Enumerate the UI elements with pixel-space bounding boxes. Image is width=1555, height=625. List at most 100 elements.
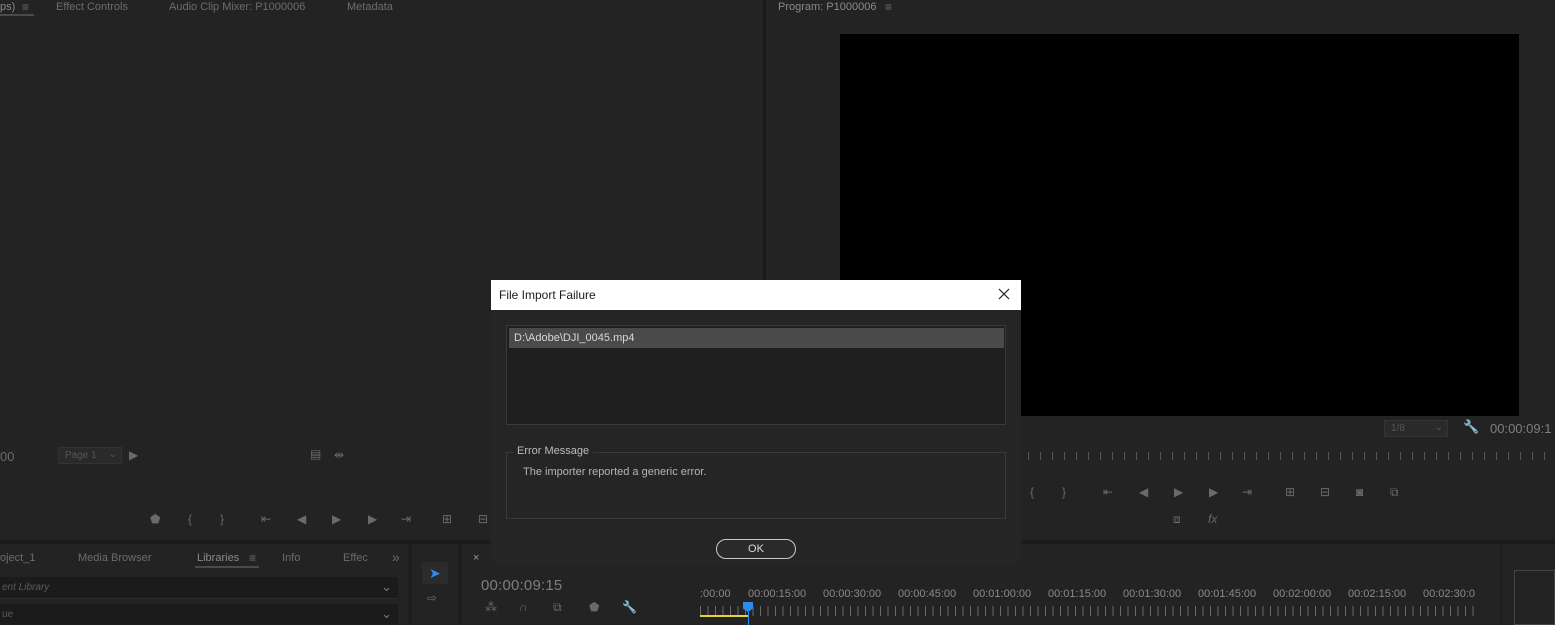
tab-libraries[interactable]: Libraries [197,552,239,564]
more-panels-icon[interactable]: » [392,549,400,565]
overwrite-icon[interactable]: ⊟ [478,513,488,525]
extract-icon[interactable]: ⊟ [1320,486,1330,498]
ruler-label: 00:02:15:00 [1348,588,1407,600]
play-icon[interactable]: ▶ [1174,486,1183,498]
tab-metadata[interactable]: Metadata [347,1,393,13]
linked-selection-icon[interactable]: ⧉ [553,601,562,613]
resolution-value: 1/8 [1391,423,1405,434]
ruler-label: 00:02:30:0 [1423,588,1475,600]
tab-audio-clip-mixer[interactable]: Audio Clip Mixer: P1000006 [169,1,305,13]
arrow-cursor-icon: ➤ [429,565,441,581]
list-item[interactable]: D:\Adobe\DJI_0045.mp4 [509,328,1004,348]
step-forward-icon[interactable]: ▶ [368,513,377,525]
ruler-label: 00:01:30:00 [1123,588,1182,600]
export-frame-icon[interactable]: ▤ [310,448,321,460]
tab-project[interactable]: oject_1 [0,552,35,564]
error-message-label: Error Message [513,445,594,457]
failed-files-list[interactable]: D:\Adobe\DJI_0045.mp4 [506,325,1006,425]
go-to-out-icon[interactable]: ⇥ [1242,486,1252,498]
insert-icon[interactable]: ⊞ [442,513,452,525]
playhead-line [748,612,749,625]
tools-panel: ➤ ⇨ [412,544,458,625]
track-select-icon[interactable]: ⇨ [427,592,437,604]
dialog-title: File Import Failure [499,288,596,302]
tab-media-browser[interactable]: Media Browser [78,552,151,564]
go-to-in-icon[interactable]: ⇤ [261,513,271,525]
panel-menu-icon[interactable]: ≡ [885,0,892,14]
timeline-ruler-ticks [700,606,1480,616]
play-icon[interactable]: ▶ [332,513,341,525]
page-select[interactable]: Page 1 ⌄ [58,447,122,464]
play-small-icon[interactable]: ▶ [129,449,138,461]
file-path: D:\Adobe\DJI_0045.mp4 [514,332,635,344]
dialog-titlebar[interactable]: File Import Failure [491,280,1021,310]
marker-icon[interactable]: ⬟ [150,513,160,525]
dialog-body: D:\Adobe\DJI_0045.mp4 Error Message The … [491,310,1021,565]
tab-effect-controls[interactable]: Effect Controls [56,1,128,13]
mark-in-icon[interactable]: { [188,513,192,525]
ruler-label: 00:01:15:00 [1048,588,1107,600]
libraries-panel: oject_1 Media Browser Libraries ≡ Info E… [0,544,408,625]
error-message-text: The importer reported a generic error. [523,466,707,478]
camera-icon[interactable]: ◙ [1356,486,1363,498]
step-back-icon[interactable]: ◀ [1139,486,1148,498]
add-marker-icon[interactable]: ⬟ [589,601,599,613]
compare-icon[interactable]: ⧉ [1390,486,1399,498]
step-forward-icon[interactable]: ▶ [1209,486,1218,498]
nest-icon[interactable]: ⁂ [485,601,497,613]
mark-out-icon[interactable]: } [1062,486,1066,498]
vr-icon[interactable]: ⧈ [1173,513,1181,525]
program-ruler-ticks[interactable] [1028,452,1548,460]
ruler-label: 00:00:15:00 [748,588,807,600]
ruler-label: 00:02:00:00 [1273,588,1332,600]
panel-menu-icon[interactable]: ≡ [22,0,29,14]
mark-out-icon[interactable]: } [220,513,224,525]
library-dropdown[interactable]: ent Library ⌄ [0,577,398,599]
active-tab-underline [0,14,34,16]
chevron-down-icon: ⌄ [1434,422,1443,433]
program-timecode: 00:00:09:1 [1490,421,1552,436]
tab-source-partial[interactable]: ps) [0,1,15,13]
tab-program[interactable]: Program: P1000006 [778,1,876,13]
ruler-label: 00:01:00:00 [973,588,1032,600]
wrench-icon[interactable]: 🔧 [1463,420,1479,433]
library-dropdown-value: ent Library [2,582,50,593]
lift-icon[interactable]: ⊞ [1285,486,1295,498]
ruler-label: :00:00 [700,588,731,600]
tab-effects[interactable]: Effec [343,552,368,564]
snap-icon[interactable]: ∩ [519,601,528,613]
chevron-down-icon: ⌄ [381,606,392,621]
work-area-bar[interactable] [700,615,748,617]
ruler-label: 00:00:30:00 [823,588,882,600]
fx-icon[interactable]: fx [1208,513,1217,525]
panel-menu-icon[interactable]: ≡ [249,551,256,565]
tab-info[interactable]: Info [282,552,300,564]
page-select-value: Page 1 [65,450,97,461]
mark-in-icon[interactable]: { [1030,486,1034,498]
source-tab-bar: ps) ≡ Effect Controls Audio Clip Mixer: … [0,0,763,16]
close-icon[interactable]: × [473,552,479,564]
active-tab-underline [195,566,259,568]
close-button[interactable] [995,285,1013,303]
wrench-icon[interactable]: 🔧 [622,601,637,613]
library-filter-value: ue [2,609,14,620]
fit-icon[interactable]: ⇹ [334,449,344,461]
close-icon [998,288,1010,300]
ruler-label: 00:00:45:00 [898,588,957,600]
chevron-down-icon: ⌄ [381,579,392,594]
resolution-select[interactable]: 1/8 ⌄ [1384,420,1448,437]
go-to-in-icon[interactable]: ⇤ [1103,486,1113,498]
timeline-timecode[interactable]: 00:00:09:15 [481,577,562,594]
source-timecode: 00 [0,449,15,464]
go-to-out-icon[interactable]: ⇥ [401,513,411,525]
error-message-group: Error Message The importer reported a ge… [506,445,1006,519]
step-back-icon[interactable]: ◀ [297,513,306,525]
audio-meter-frame [1514,570,1555,625]
ok-button[interactable]: OK [716,539,796,559]
audio-meter-panel [1502,544,1555,625]
library-filter-dropdown[interactable]: ue ⌄ [0,604,398,625]
ruler-label: 00:01:45:00 [1198,588,1257,600]
selection-tool[interactable]: ➤ [422,562,448,584]
file-import-failure-dialog: File Import Failure D:\Adobe\DJI_0045.mp… [491,280,1021,565]
chevron-down-icon: ⌄ [108,449,117,460]
